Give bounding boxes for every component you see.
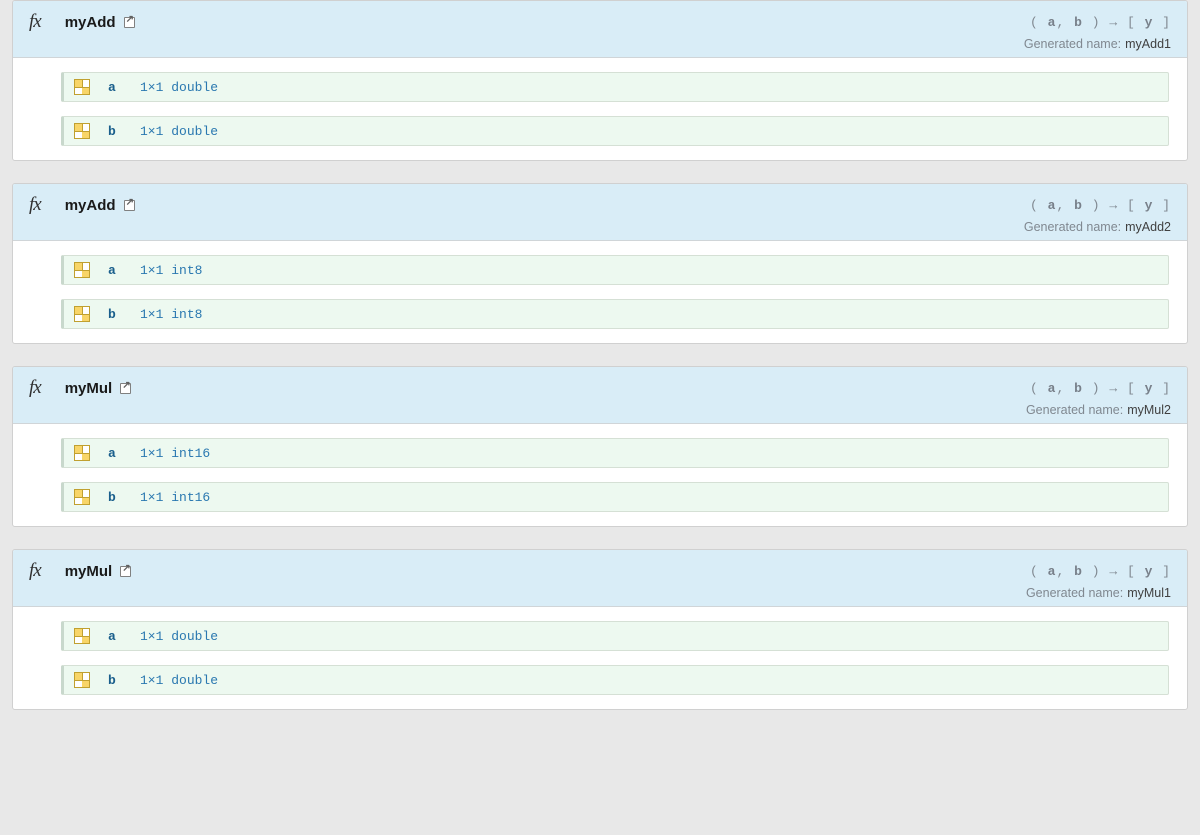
- fx-icon: fx: [29, 377, 41, 399]
- popout-icon[interactable]: [124, 17, 135, 28]
- function-name: myAdd: [65, 14, 135, 31]
- signature-output: y: [1145, 564, 1154, 579]
- signature-input: b: [1074, 381, 1083, 396]
- param-type: 1×1 double: [140, 673, 218, 688]
- generated-name-label: Generated name:: [1024, 220, 1121, 234]
- param-type: 1×1 int8: [140, 307, 202, 322]
- signature-input: b: [1074, 15, 1083, 30]
- signature-input: b: [1074, 564, 1083, 579]
- variable-icon: [74, 262, 90, 278]
- param-name: b: [108, 673, 122, 688]
- function-header[interactable]: fx myAdd ( a, b ) → [ y ] Generated name: my…: [13, 1, 1187, 58]
- function-name-text: myMul: [65, 380, 113, 397]
- param-name: b: [108, 307, 122, 322]
- params-area: a 1×1 double b 1×1 double: [13, 607, 1187, 709]
- variable-icon: [74, 445, 90, 461]
- param-type: 1×1 double: [140, 124, 218, 139]
- function-signature: ( a, b ) → [ y ]: [1030, 564, 1171, 579]
- variable-icon: [74, 628, 90, 644]
- function-card: fx myMul ( a, b ) → [ y ] Generated name: my…: [12, 549, 1188, 710]
- signature-output: y: [1145, 198, 1154, 213]
- generated-name-value: myMul2: [1127, 403, 1171, 417]
- generated-name-label: Generated name:: [1026, 403, 1123, 417]
- generated-name-label: Generated name:: [1024, 37, 1121, 51]
- popout-icon[interactable]: [124, 200, 135, 211]
- variable-icon: [74, 672, 90, 688]
- param-name: a: [108, 263, 122, 278]
- function-name: myMul: [65, 380, 132, 397]
- param-row[interactable]: b 1×1 int8: [61, 299, 1169, 329]
- function-name-text: myMul: [65, 563, 113, 580]
- function-signature: ( a, b ) → [ y ]: [1030, 198, 1171, 213]
- generated-name-value: myAdd1: [1125, 37, 1171, 51]
- function-name: myMul: [65, 563, 132, 580]
- function-signature: ( a, b ) → [ y ]: [1030, 15, 1171, 30]
- variable-icon: [74, 79, 90, 95]
- fx-icon: fx: [29, 11, 41, 33]
- param-name: a: [108, 80, 122, 95]
- param-row[interactable]: a 1×1 double: [61, 72, 1169, 102]
- function-header[interactable]: fx myMul ( a, b ) → [ y ] Generated name: my…: [13, 367, 1187, 424]
- generated-name-row: Generated name: myMul1: [29, 586, 1171, 600]
- param-type: 1×1 int16: [140, 490, 210, 505]
- function-card: fx myAdd ( a, b ) → [ y ] Generated name: my…: [12, 0, 1188, 161]
- function-name-text: myAdd: [65, 14, 116, 31]
- param-row[interactable]: a 1×1 double: [61, 621, 1169, 651]
- generated-name-value: myAdd2: [1125, 220, 1171, 234]
- function-card: fx myAdd ( a, b ) → [ y ] Generated name: my…: [12, 183, 1188, 344]
- variable-icon: [74, 123, 90, 139]
- param-row[interactable]: b 1×1 double: [61, 116, 1169, 146]
- popout-icon[interactable]: [120, 383, 131, 394]
- generated-name-row: Generated name: myAdd1: [29, 37, 1171, 51]
- param-row[interactable]: a 1×1 int8: [61, 255, 1169, 285]
- function-name-text: myAdd: [65, 197, 116, 214]
- function-card: fx myMul ( a, b ) → [ y ] Generated name: my…: [12, 366, 1188, 527]
- param-type: 1×1 int8: [140, 263, 202, 278]
- signature-output: y: [1145, 381, 1154, 396]
- param-type: 1×1 int16: [140, 446, 210, 461]
- param-row[interactable]: b 1×1 double: [61, 665, 1169, 695]
- param-type: 1×1 double: [140, 629, 218, 644]
- function-name: myAdd: [65, 197, 135, 214]
- generated-name-value: myMul1: [1127, 586, 1171, 600]
- generated-name-label: Generated name:: [1026, 586, 1123, 600]
- fx-icon: fx: [29, 194, 41, 216]
- param-row[interactable]: b 1×1 int16: [61, 482, 1169, 512]
- variable-icon: [74, 306, 90, 322]
- generated-name-row: Generated name: myMul2: [29, 403, 1171, 417]
- param-type: 1×1 double: [140, 80, 218, 95]
- param-row[interactable]: a 1×1 int16: [61, 438, 1169, 468]
- fx-icon: fx: [29, 560, 41, 582]
- signature-output: y: [1145, 15, 1154, 30]
- param-name: a: [108, 629, 122, 644]
- generated-name-row: Generated name: myAdd2: [29, 220, 1171, 234]
- function-signature: ( a, b ) → [ y ]: [1030, 381, 1171, 396]
- param-name: b: [108, 124, 122, 139]
- function-header[interactable]: fx myAdd ( a, b ) → [ y ] Generated name: my…: [13, 184, 1187, 241]
- param-name: b: [108, 490, 122, 505]
- params-area: a 1×1 int16 b 1×1 int16: [13, 424, 1187, 526]
- params-area: a 1×1 int8 b 1×1 int8: [13, 241, 1187, 343]
- param-name: a: [108, 446, 122, 461]
- popout-icon[interactable]: [120, 566, 131, 577]
- params-area: a 1×1 double b 1×1 double: [13, 58, 1187, 160]
- function-header[interactable]: fx myMul ( a, b ) → [ y ] Generated name: my…: [13, 550, 1187, 607]
- variable-icon: [74, 489, 90, 505]
- signature-input: b: [1074, 198, 1083, 213]
